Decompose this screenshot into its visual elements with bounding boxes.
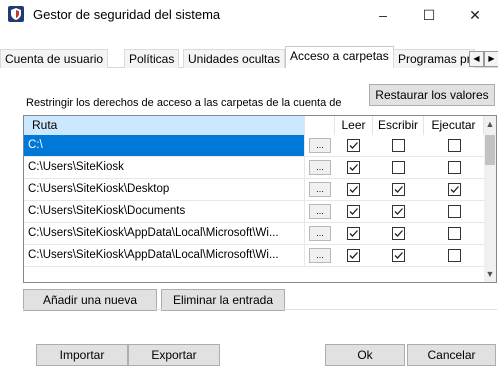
minimize-button[interactable]: – bbox=[360, 0, 406, 30]
scroll-thumb[interactable] bbox=[485, 135, 495, 165]
tab-programs[interactable]: Programas pro bbox=[393, 49, 475, 68]
window-title: Gestor de seguridad del sistema bbox=[33, 7, 221, 22]
read-checkbox[interactable] bbox=[347, 161, 360, 174]
column-header-read[interactable]: Leer bbox=[335, 116, 373, 135]
column-header-write[interactable]: Escribir bbox=[373, 116, 424, 135]
row-path[interactable]: C:\Users\SiteKiosk\Desktop bbox=[24, 179, 305, 200]
row-path[interactable]: C:\Users\SiteKiosk\AppData\Local\Microso… bbox=[24, 223, 305, 244]
tab-user-account[interactable]: Cuenta de usuario bbox=[0, 49, 109, 68]
divider bbox=[23, 309, 497, 310]
access-caption: Restringir los derechos de acceso a las … bbox=[26, 97, 342, 109]
execute-checkbox[interactable] bbox=[448, 205, 461, 218]
browse-button[interactable]: ... bbox=[309, 226, 331, 241]
add-entry-button[interactable]: Añadir una nueva bbox=[23, 289, 157, 311]
tab-folder-access[interactable]: Acceso a carpetas bbox=[285, 46, 394, 68]
write-checkbox[interactable] bbox=[392, 161, 405, 174]
table-row[interactable]: C:\... bbox=[24, 135, 484, 157]
write-checkbox[interactable] bbox=[392, 139, 405, 152]
tab-scroll-right-icon[interactable]: ▶ bbox=[484, 51, 498, 67]
row-path[interactable]: C:\Users\SiteKiosk bbox=[24, 157, 305, 178]
read-checkbox[interactable] bbox=[347, 249, 360, 262]
tab-hidden-drives[interactable]: Unidades ocultas bbox=[183, 49, 286, 68]
browse-button[interactable]: ... bbox=[309, 138, 331, 153]
delete-entry-button[interactable]: Eliminar la entrada bbox=[161, 289, 285, 311]
write-checkbox[interactable] bbox=[392, 227, 405, 240]
ok-button[interactable]: Ok bbox=[325, 344, 405, 366]
import-button[interactable]: Importar bbox=[36, 344, 128, 366]
browse-button[interactable]: ... bbox=[309, 160, 331, 175]
cancel-button[interactable]: Cancelar bbox=[407, 344, 496, 366]
column-header-path[interactable]: Ruta bbox=[24, 116, 305, 135]
scroll-down-icon[interactable]: ▼ bbox=[484, 266, 496, 282]
read-checkbox[interactable] bbox=[347, 139, 360, 152]
row-path[interactable]: C:\Users\SiteKiosk\Documents bbox=[24, 201, 305, 222]
grid-vertical-scrollbar[interactable]: ▲ ▼ bbox=[484, 116, 496, 282]
execute-checkbox[interactable] bbox=[448, 227, 461, 240]
maximize-button[interactable]: ☐ bbox=[406, 0, 452, 30]
table-row[interactable]: C:\Users\SiteKiosk\Desktop... bbox=[24, 179, 484, 201]
table-row[interactable]: C:\Users\SiteKiosk\AppData\Local\Microso… bbox=[24, 223, 484, 245]
write-checkbox[interactable] bbox=[392, 249, 405, 262]
write-checkbox[interactable] bbox=[392, 183, 405, 196]
execute-checkbox[interactable] bbox=[448, 249, 461, 262]
execute-checkbox[interactable] bbox=[448, 161, 461, 174]
folder-access-grid: Ruta Leer Escribir Ejecutar C:\... C:\Use… bbox=[23, 115, 497, 283]
row-path[interactable]: C:\Users\SiteKiosk\AppData\Local\Microso… bbox=[24, 245, 305, 266]
table-row[interactable]: C:\Users\SiteKiosk\Documents... bbox=[24, 201, 484, 223]
title-bar: Gestor de seguridad del sistema – ☐ ✕ bbox=[0, 0, 498, 30]
tab-scroll-left-icon[interactable]: ◀ bbox=[469, 51, 484, 67]
execute-checkbox[interactable] bbox=[448, 183, 461, 196]
tab-policies[interactable]: Políticas bbox=[124, 49, 180, 68]
table-row[interactable]: C:\Users\SiteKiosk\AppData\Local\Microso… bbox=[24, 245, 484, 267]
browse-button[interactable]: ... bbox=[309, 204, 331, 219]
read-checkbox[interactable] bbox=[347, 205, 360, 218]
shield-icon bbox=[8, 6, 24, 22]
execute-checkbox[interactable] bbox=[448, 139, 461, 152]
column-header-browse bbox=[305, 116, 335, 135]
write-checkbox[interactable] bbox=[392, 205, 405, 218]
restore-defaults-button[interactable]: Restaurar los valores bbox=[369, 84, 495, 106]
scroll-up-icon[interactable]: ▲ bbox=[484, 116, 496, 132]
close-button[interactable]: ✕ bbox=[452, 0, 498, 30]
row-path[interactable]: C:\ bbox=[24, 135, 305, 156]
table-row[interactable]: C:\Users\SiteKiosk... bbox=[24, 157, 484, 179]
read-checkbox[interactable] bbox=[347, 183, 360, 196]
export-button[interactable]: Exportar bbox=[128, 344, 220, 366]
column-header-execute[interactable]: Ejecutar bbox=[424, 116, 484, 135]
browse-button[interactable]: ... bbox=[309, 248, 331, 263]
browse-button[interactable]: ... bbox=[309, 182, 331, 197]
read-checkbox[interactable] bbox=[347, 227, 360, 240]
